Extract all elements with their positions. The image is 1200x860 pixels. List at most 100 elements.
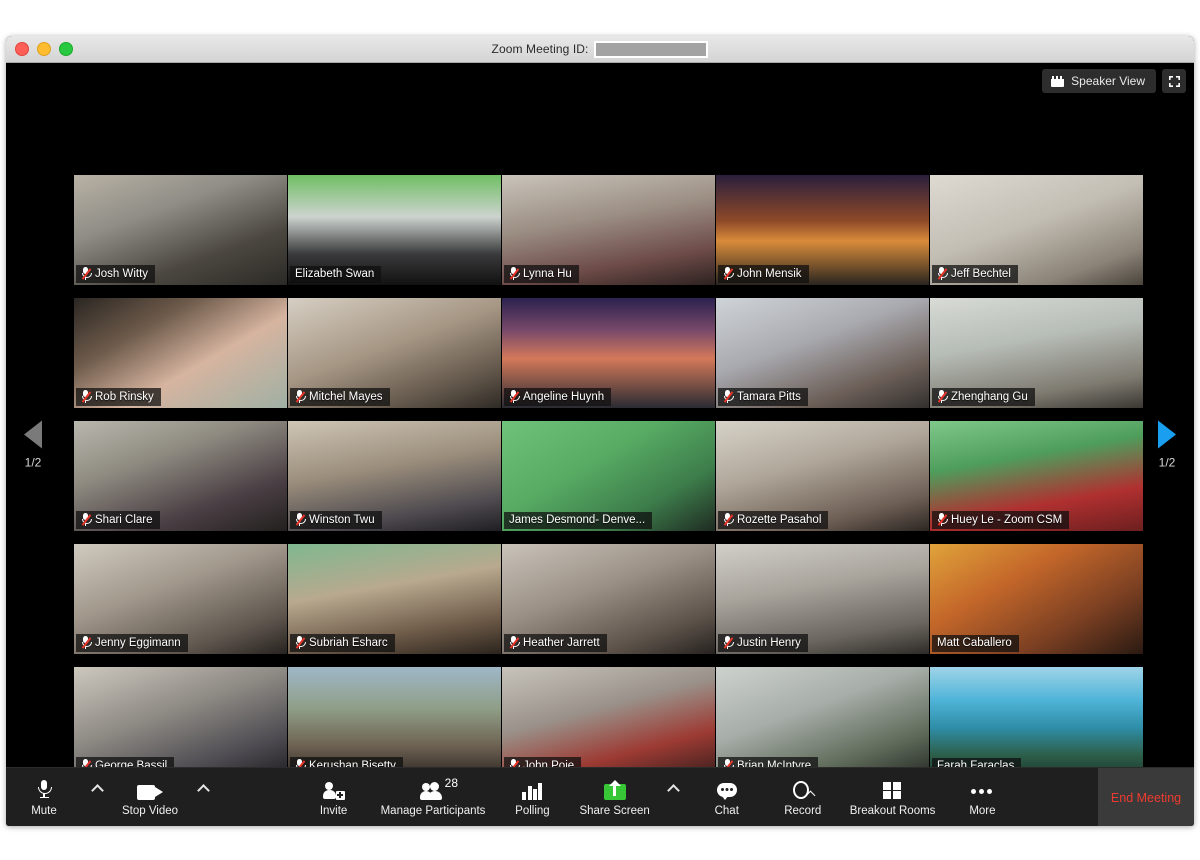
toolbar-icon-wrap bbox=[137, 779, 163, 800]
toolbar-button-polling[interactable]: Polling bbox=[494, 768, 570, 826]
enter-fullscreen-button[interactable] bbox=[1162, 69, 1186, 93]
window-title: Zoom Meeting ID: bbox=[6, 40, 1194, 58]
toolbar-button-record[interactable]: Record bbox=[765, 768, 841, 826]
participant-tile[interactable]: Mitchel Mayes bbox=[288, 298, 501, 408]
share-screen-icon bbox=[603, 779, 626, 800]
previous-page-control[interactable]: 1/2 bbox=[10, 420, 56, 470]
participant-tile[interactable]: John Poje bbox=[502, 667, 715, 777]
meeting-id-label: Zoom Meeting ID: bbox=[491, 42, 589, 56]
participant-name-bar: Tamara Pitts bbox=[718, 388, 808, 406]
participant-tile[interactable]: Angeline Huynh bbox=[502, 298, 715, 408]
toolbar-button-more[interactable]: More bbox=[944, 768, 1020, 826]
microphone-icon bbox=[38, 779, 52, 800]
participant-name-bar: John Mensik bbox=[718, 265, 809, 283]
toolbar-button-label: Manage Participants bbox=[380, 804, 486, 817]
toolbar-options-chevron-share-screen[interactable] bbox=[659, 768, 689, 826]
microphone-muted-icon bbox=[81, 636, 92, 649]
toolbar-icon-wrap bbox=[522, 779, 543, 800]
toolbar-button-stop-video[interactable]: Stop Video bbox=[112, 768, 188, 826]
participant-tile[interactable]: Subriah Esharc bbox=[288, 544, 501, 654]
toolbar-button-invite[interactable]: Invite bbox=[296, 768, 372, 826]
participant-tile[interactable]: Tamara Pitts bbox=[716, 298, 929, 408]
participant-tile[interactable]: Elizabeth Swan bbox=[288, 175, 501, 285]
participant-name-label: Subriah Esharc bbox=[309, 636, 388, 649]
toolbar-icon-wrap bbox=[603, 779, 626, 800]
participant-name-bar: Rozette Pasahol bbox=[718, 511, 829, 529]
microphone-muted-icon bbox=[937, 390, 948, 403]
participant-name-bar: James Desmond- Denve... bbox=[504, 512, 653, 529]
participant-name-bar: Zhenghang Gu bbox=[932, 388, 1035, 406]
end-meeting-button[interactable]: End Meeting bbox=[1098, 768, 1194, 826]
toolbar-options-chevron-mute[interactable] bbox=[82, 768, 112, 826]
participant-tile[interactable]: Huey Le - Zoom CSM bbox=[930, 421, 1143, 531]
participant-tile[interactable]: John Mensik bbox=[716, 175, 929, 285]
next-page-control[interactable]: 1/2 bbox=[1144, 420, 1190, 470]
page-indicator-left: 1/2 bbox=[24, 455, 42, 470]
meeting-id-redacted-value bbox=[594, 40, 709, 58]
participant-tile[interactable]: Jenny Eggimann bbox=[74, 544, 287, 654]
chevron-left-icon bbox=[24, 420, 42, 449]
participant-name-bar: Jenny Eggimann bbox=[76, 634, 188, 652]
speaker-view-button[interactable]: Speaker View bbox=[1042, 69, 1156, 93]
participant-name-label: Rob Rinsky bbox=[95, 390, 154, 403]
participant-tile[interactable]: Winston Twu bbox=[288, 421, 501, 531]
end-meeting-label: End Meeting bbox=[1110, 790, 1182, 805]
toolbar-options-chevron-stop-video[interactable] bbox=[188, 768, 218, 826]
microphone-muted-icon bbox=[937, 513, 948, 526]
participant-tile[interactable]: Heather Jarrett bbox=[502, 544, 715, 654]
participant-tile[interactable]: Shari Clare bbox=[74, 421, 287, 531]
participant-tile[interactable]: Rozette Pasahol bbox=[716, 421, 929, 531]
participant-name-bar: Heather Jarrett bbox=[504, 634, 607, 652]
participant-name-label: John Mensik bbox=[737, 267, 802, 280]
participant-name-bar: Josh Witty bbox=[76, 265, 156, 283]
participant-name-label: Elizabeth Swan bbox=[295, 268, 375, 280]
invite-person-icon bbox=[322, 781, 345, 800]
microphone-muted-icon bbox=[295, 513, 306, 526]
zoom-window-button[interactable] bbox=[59, 42, 73, 56]
toolbar-button-manage-participants[interactable]: 28 Manage Participants bbox=[372, 768, 495, 826]
toolbar-spacer-right bbox=[1020, 768, 1098, 826]
participant-tile[interactable]: Rob Rinsky bbox=[74, 298, 287, 408]
minimize-window-button[interactable] bbox=[37, 42, 51, 56]
toolbar-button-label: Polling bbox=[515, 804, 550, 817]
toolbar-button-label: Chat bbox=[714, 804, 739, 817]
participant-name-bar: Huey Le - Zoom CSM bbox=[932, 511, 1070, 529]
participant-tile[interactable]: James Desmond- Denve... bbox=[502, 421, 715, 531]
window-traffic-lights bbox=[15, 42, 73, 56]
participant-tile[interactable]: Matt Caballero bbox=[930, 544, 1143, 654]
participant-name-label: Lynna Hu bbox=[523, 267, 572, 280]
breakout-rooms-icon bbox=[882, 781, 903, 800]
enter-fullscreen-icon bbox=[1168, 75, 1180, 87]
participant-name-bar: Angeline Huynh bbox=[504, 388, 612, 406]
toolbar-button-label: Breakout Rooms bbox=[849, 804, 936, 817]
participant-name-label: Jenny Eggimann bbox=[95, 636, 181, 649]
participant-tile[interactable]: Kerushan Bisetty bbox=[288, 667, 501, 777]
participant-name-bar: Shari Clare bbox=[76, 511, 160, 529]
participant-tile[interactable]: Justin Henry bbox=[716, 544, 929, 654]
toolbar-button-breakout-rooms[interactable]: Breakout Rooms bbox=[841, 768, 945, 826]
microphone-muted-icon bbox=[937, 267, 948, 280]
participant-tile[interactable]: Farah Faraclas bbox=[930, 667, 1143, 777]
participant-tile[interactable]: Brian McIntyre bbox=[716, 667, 929, 777]
participant-tile[interactable]: Zhenghang Gu bbox=[930, 298, 1143, 408]
page-indicator-right: 1/2 bbox=[1158, 455, 1176, 470]
participant-name-label: Rozette Pasahol bbox=[737, 513, 822, 526]
participant-name-bar: Jeff Bechtel bbox=[932, 265, 1018, 283]
participant-tile[interactable]: George Bassil bbox=[74, 667, 287, 777]
participant-tile[interactable]: Lynna Hu bbox=[502, 175, 715, 285]
participant-name-label: Justin Henry bbox=[737, 636, 801, 649]
close-window-button[interactable] bbox=[15, 42, 29, 56]
more-dots-icon bbox=[971, 782, 993, 800]
participant-tile[interactable]: Josh Witty bbox=[74, 175, 287, 285]
toolbar-button-chat[interactable]: Chat bbox=[689, 768, 765, 826]
microphone-muted-icon bbox=[723, 513, 734, 526]
window-titlebar: Zoom Meeting ID: bbox=[6, 36, 1194, 63]
microphone-muted-icon bbox=[295, 390, 306, 403]
toolbar-button-share-screen[interactable]: Share Screen bbox=[570, 768, 658, 826]
participant-tile[interactable]: Jeff Bechtel bbox=[930, 175, 1143, 285]
bar-chart-icon bbox=[522, 782, 543, 800]
participant-name-bar: Mitchel Mayes bbox=[290, 388, 390, 406]
toolbar-button-mute[interactable]: Mute bbox=[6, 768, 82, 826]
record-icon bbox=[792, 780, 816, 800]
toolbar-icon-wrap bbox=[322, 779, 345, 800]
